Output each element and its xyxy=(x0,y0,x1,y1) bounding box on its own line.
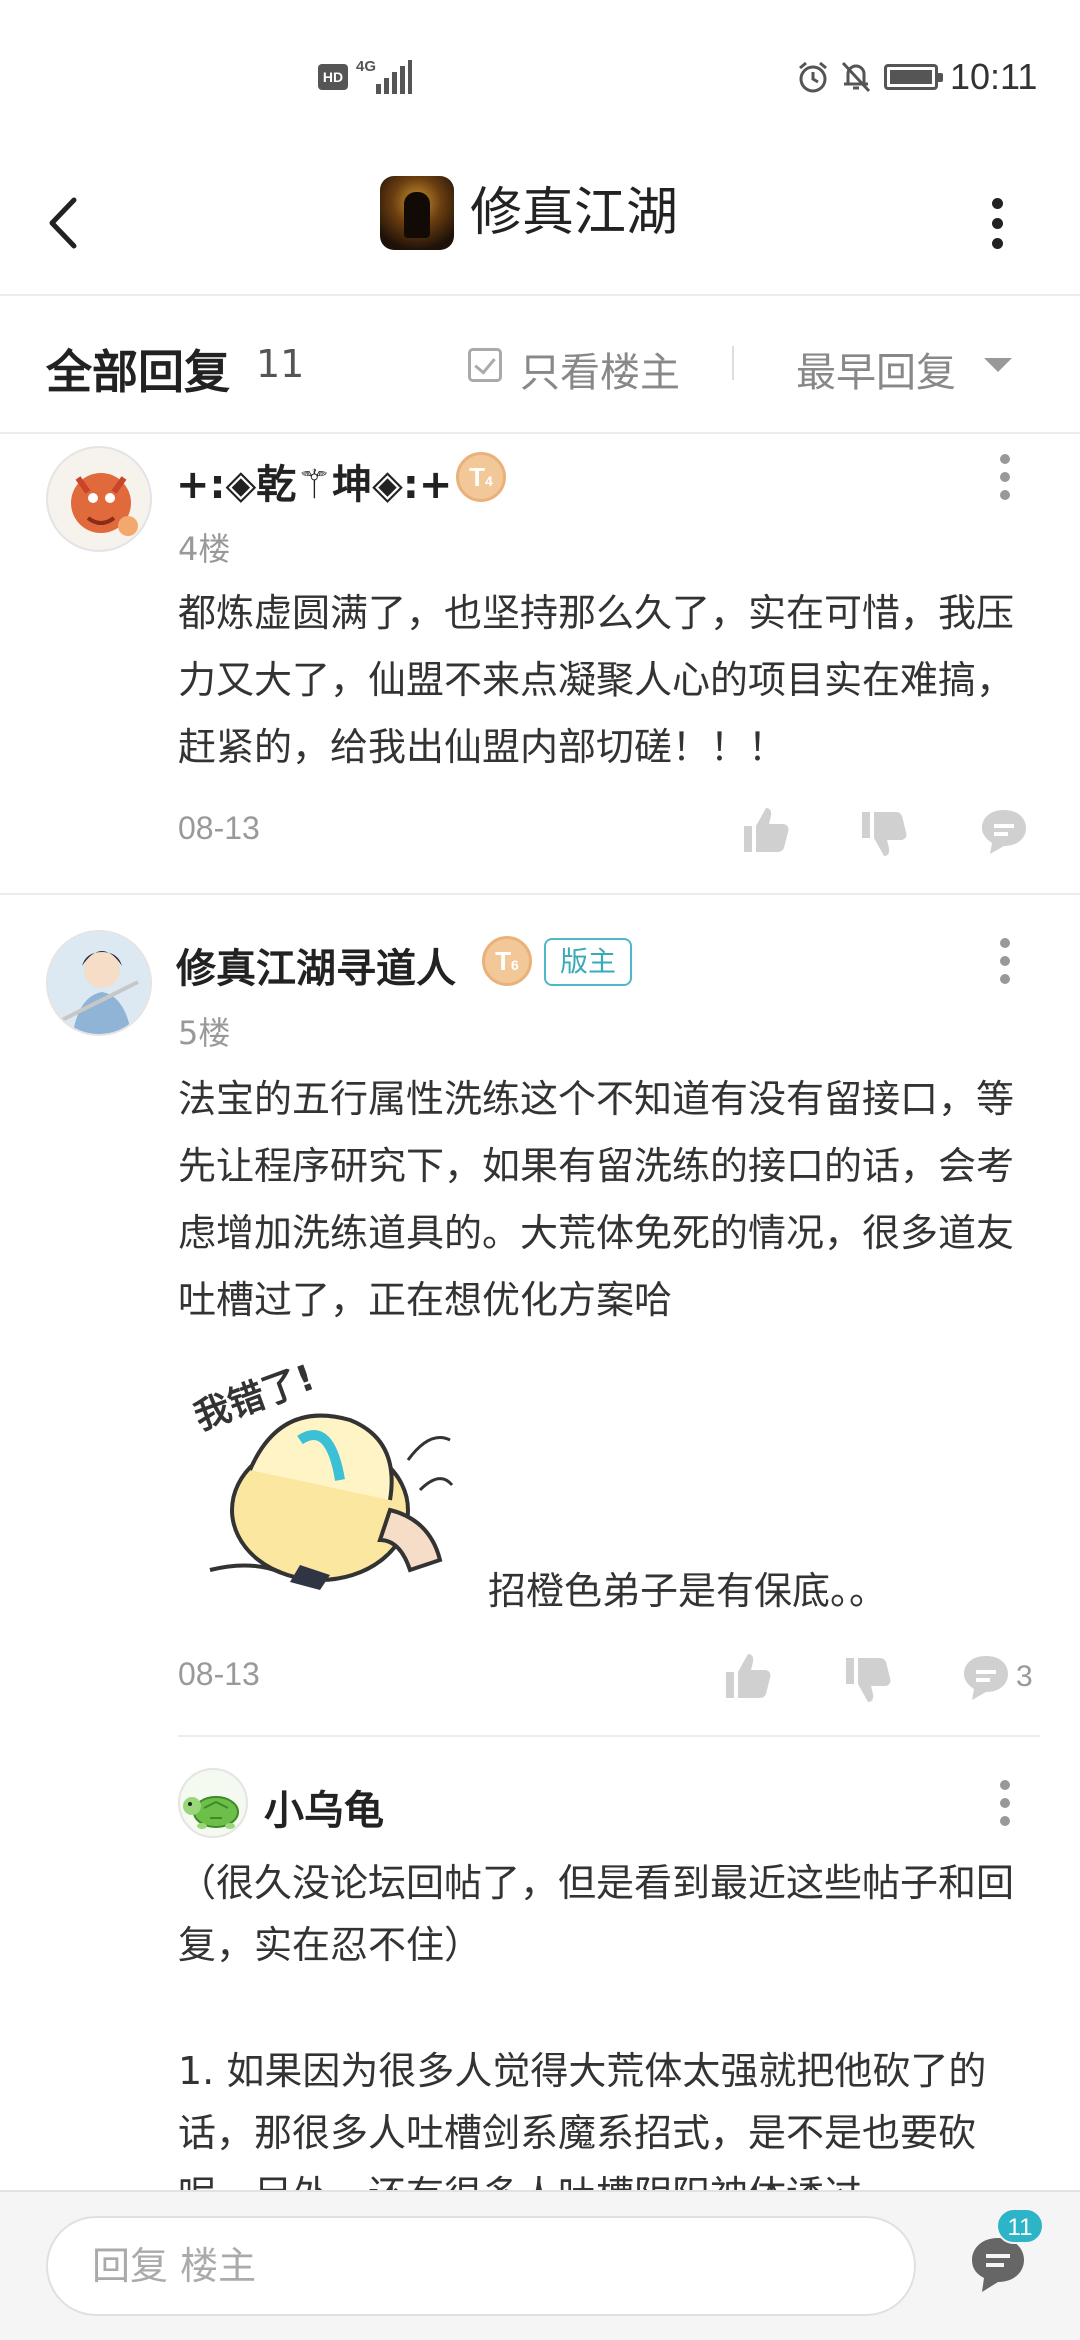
post-date: 08-13 xyxy=(178,1656,260,1692)
post-more-icon[interactable] xyxy=(990,934,1020,990)
comment-icon[interactable] xyxy=(960,1652,1012,1704)
dislike-icon[interactable] xyxy=(858,808,910,860)
sticker-image[interactable]: 我错了! xyxy=(189,1357,460,1600)
sub-reply-separator xyxy=(178,1735,1040,1737)
post-date: 08-13 xyxy=(178,810,260,846)
avatar[interactable] xyxy=(46,446,152,552)
status-bar: HD 4G 10:11 xyxy=(0,0,1080,150)
replies-filter-bar: 全部回复 11 只看楼主 最早回复 xyxy=(0,296,1080,434)
top-app-bar: 修真江湖 xyxy=(0,150,1080,296)
username[interactable]: +:◈乾⚚坤◈:+ xyxy=(176,452,452,510)
dislike-icon[interactable] xyxy=(842,1654,894,1706)
username[interactable]: 小乌龟 xyxy=(264,1778,384,1836)
signal-icon xyxy=(372,60,412,94)
comments-count-badge: 11 xyxy=(996,2208,1044,2244)
page-title: 修真江湖 xyxy=(470,183,679,243)
clock: 10:11 xyxy=(950,56,1038,97)
post-more-icon[interactable] xyxy=(990,1776,1020,1832)
post-more-icon[interactable] xyxy=(990,450,1020,506)
post-separator xyxy=(0,893,1080,895)
moderator-badge: 版主 xyxy=(544,938,633,986)
sub-reply-content: （很久没论坛回帖了，但是看到最近这些帖子和回复，实在忍不住） xyxy=(178,1861,1015,1967)
avatar[interactable] xyxy=(46,930,152,1036)
reply-bottom-bar: 回复 楼主 11 xyxy=(0,2190,1080,2340)
caret-down-icon[interactable] xyxy=(984,358,1012,372)
sort-dropdown[interactable]: 最早回复 xyxy=(796,340,956,398)
like-icon[interactable] xyxy=(740,804,792,856)
more-options-icon[interactable] xyxy=(982,188,1012,258)
only-author-label[interactable]: 只看楼主 xyxy=(520,340,680,398)
post-content: 法宝的五行属性洗练这个不知道有没有留接口，等先让程序研究下，如果有留洗练的接口的… xyxy=(178,1077,1015,1322)
only-author-checkbox[interactable] xyxy=(468,348,502,382)
reply-input[interactable]: 回复 楼主 xyxy=(46,2216,916,2316)
all-replies-label: 全部回复 xyxy=(46,345,230,399)
like-icon[interactable] xyxy=(722,1650,774,1702)
level-badge: T6 xyxy=(482,936,532,986)
post-content: 都炼虚圆满了，也坚持那么久了，实在可惜，我压力又大了，仙盟不来点凝聚人心的项目实… xyxy=(178,591,1015,769)
floor-number: 5楼 xyxy=(178,1014,231,1052)
sticker-caption: 招橙色弟子是有保底。。 xyxy=(488,1569,888,1613)
hd-icon: HD xyxy=(318,64,348,90)
level-badge: T4 xyxy=(456,452,506,502)
forum-app-icon xyxy=(380,176,454,250)
floor-number: 4楼 xyxy=(178,530,231,568)
reply-count: 3 xyxy=(1016,1660,1033,1693)
alarm-icon xyxy=(799,61,827,93)
divider xyxy=(732,346,734,380)
notifications-off-icon xyxy=(841,61,871,93)
comment-icon[interactable] xyxy=(978,806,1030,858)
replies-count: 11 xyxy=(256,342,305,386)
back-arrow-icon[interactable] xyxy=(40,190,90,256)
avatar[interactable] xyxy=(178,1768,248,1838)
battery-icon xyxy=(884,64,943,90)
username[interactable]: 修真江湖寻道人 xyxy=(176,936,456,994)
